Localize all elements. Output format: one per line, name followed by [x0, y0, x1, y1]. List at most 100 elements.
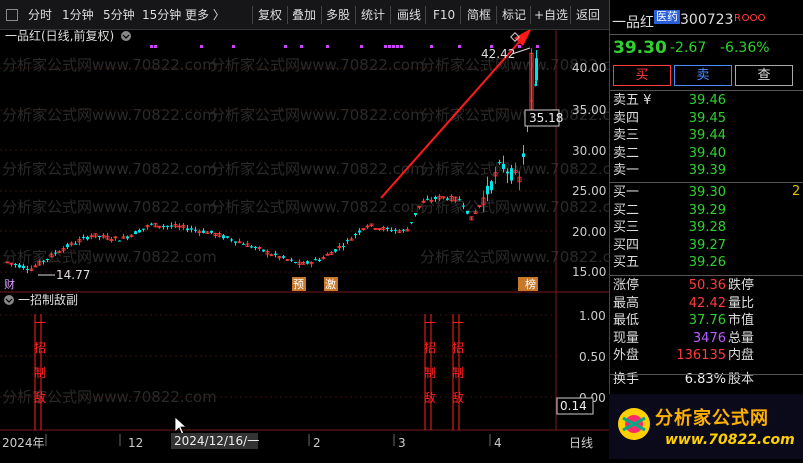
- candle-body: [426, 198, 429, 200]
- tab-timeshare[interactable]: 分时: [28, 7, 52, 23]
- signal-char: 制: [424, 366, 436, 380]
- price-tick: 20.00: [572, 225, 606, 239]
- svg-text:一品红(日线,前复权): 一品红(日线,前复权): [5, 30, 114, 43]
- row-value: 39.28: [688, 220, 726, 235]
- bid-row[interactable]: 买一 39.30: [610, 185, 803, 201]
- candle-body: [510, 168, 513, 181]
- watermark-text: 分析家公式网www.70822.com: [420, 198, 609, 216]
- row-label-2: 跌停: [728, 278, 755, 293]
- candle-body: [254, 246, 257, 248]
- watermark-text: 分析家公式网www.70822.com: [210, 198, 425, 216]
- candle-body: [82, 237, 85, 239]
- sector-badge[interactable]: 医药: [654, 10, 680, 24]
- ask-row[interactable]: 卖三 39.44: [610, 128, 803, 144]
- row-label-2: 内盘: [728, 348, 755, 363]
- add-watchlist-button[interactable]: +自选: [534, 7, 568, 23]
- stat-row[interactable]: 涨停 50.36 跌停: [610, 278, 803, 294]
- row-value: 3476: [692, 330, 726, 346]
- watermark-text: 分析家公式网www.70822.com: [2, 160, 217, 178]
- candle-body: [262, 249, 265, 252]
- candle-body: [142, 228, 145, 230]
- candle-body: [222, 235, 225, 239]
- signal-char: 一: [452, 316, 464, 330]
- period-label[interactable]: 日线: [569, 436, 593, 450]
- draw-line-button[interactable]: 画线: [397, 7, 421, 23]
- candle-body: [98, 235, 101, 237]
- back-button[interactable]: 返回: [576, 7, 600, 23]
- stat-row[interactable]: 外盘 136135 内盘: [610, 348, 803, 364]
- r-badge: R: [734, 13, 765, 24]
- signal-bars: 一招制敌 一招制敌 一招制敌: [34, 314, 464, 430]
- candle-body: [402, 229, 405, 231]
- candle-body: [250, 246, 253, 248]
- stat-row[interactable]: 最低 37.76 市值: [610, 313, 803, 329]
- tab-15min[interactable]: 15分钟: [142, 7, 181, 23]
- mark-button[interactable]: 标记: [502, 7, 526, 23]
- indicator-tick: 1.00: [579, 309, 606, 323]
- row-label: 买二: [613, 202, 640, 218]
- signal-char: 一: [424, 316, 436, 330]
- bid-row[interactable]: 买三 39.28: [610, 220, 803, 236]
- row-label: 卖二: [613, 145, 640, 161]
- marker-forecast: 预: [293, 278, 304, 291]
- marker-billboard: 榜: [525, 277, 536, 291]
- candle-body: [22, 265, 25, 269]
- candle-body: [166, 225, 169, 227]
- ask-row[interactable]: 卖二 39.40: [610, 146, 803, 162]
- candle-body: [14, 263, 17, 265]
- candle-body: [535, 58, 538, 81]
- signal-char: 敌: [452, 390, 464, 405]
- candle-body: [466, 210, 469, 214]
- time-tick: 3: [398, 436, 406, 450]
- candle-body: [126, 236, 129, 239]
- tab-more[interactable]: 更多 〉: [185, 7, 225, 23]
- marker-incentive: 激: [325, 277, 336, 291]
- row-label-2: 总量: [728, 330, 755, 346]
- candle-body: [86, 236, 89, 240]
- current-price: 39.30: [613, 38, 667, 58]
- price-change-pct: -6.36%: [720, 40, 770, 56]
- buy-button[interactable]: 买: [613, 65, 671, 86]
- signal-char: 一: [34, 316, 46, 330]
- candle-body: [202, 230, 205, 233]
- row-value: 50.36: [688, 278, 726, 293]
- candle-body: [234, 241, 237, 243]
- tab-5min[interactable]: 5分钟: [103, 7, 135, 23]
- ask-row[interactable]: 卖五 ¥ 39.46: [610, 93, 803, 109]
- f10-button[interactable]: F10: [433, 7, 455, 23]
- ask-row[interactable]: 卖一 39.39: [610, 163, 803, 179]
- logo-title: 分析家公式网: [655, 408, 769, 429]
- high-price-label: 42.42: [481, 47, 515, 61]
- bid-row[interactable]: 买二 39.29: [610, 203, 803, 219]
- simple-frame-button[interactable]: 简框: [467, 7, 491, 23]
- statistics-button[interactable]: 统计: [361, 7, 385, 23]
- ask-row[interactable]: 卖四 39.45: [610, 111, 803, 127]
- bid-row[interactable]: 买五 39.26: [610, 255, 803, 271]
- row-value: 39.27: [688, 237, 726, 253]
- fuquan-button[interactable]: 复权: [258, 7, 282, 23]
- tab-1min[interactable]: 1分钟: [62, 7, 94, 23]
- kline-chart-area[interactable]: 分析家公式网www.70822.com 分析家公式网www.70822.com 分析…: [0, 28, 635, 459]
- bid-qty: 2: [792, 184, 801, 199]
- candle-body: [318, 259, 321, 262]
- multi-stock-button[interactable]: 多股: [326, 7, 350, 23]
- row-value: 39.46: [688, 93, 726, 108]
- row-label: 买一: [613, 185, 640, 200]
- toolbar-icon[interactable]: [6, 9, 18, 21]
- price-tick: 25.00: [572, 184, 606, 198]
- sell-button[interactable]: 卖: [674, 65, 732, 86]
- period-toolbar: 分时 1分钟 5分钟 15分钟 更多 〉 复权 叠加 多股 统计 画线 F10 …: [0, 0, 609, 30]
- candle-body: [194, 229, 197, 231]
- candle-body: [414, 213, 417, 215]
- query-button[interactable]: 查: [735, 65, 793, 86]
- row-value: 39.39: [688, 163, 726, 178]
- time-tick: 12: [128, 436, 143, 450]
- overlay-button[interactable]: 叠加: [292, 7, 316, 23]
- mouse-cursor-icon: [174, 416, 188, 436]
- stat-row[interactable]: 最高 42.42 量比: [610, 296, 803, 312]
- row-label: 现量: [613, 330, 640, 346]
- stat-row[interactable]: 现量 3476 总量: [610, 331, 803, 347]
- bid-row[interactable]: 买四 39.27: [610, 238, 803, 254]
- row-label-2: 量比: [728, 295, 755, 311]
- watermark-text: 分析家公式网www.70822.com: [2, 56, 217, 74]
